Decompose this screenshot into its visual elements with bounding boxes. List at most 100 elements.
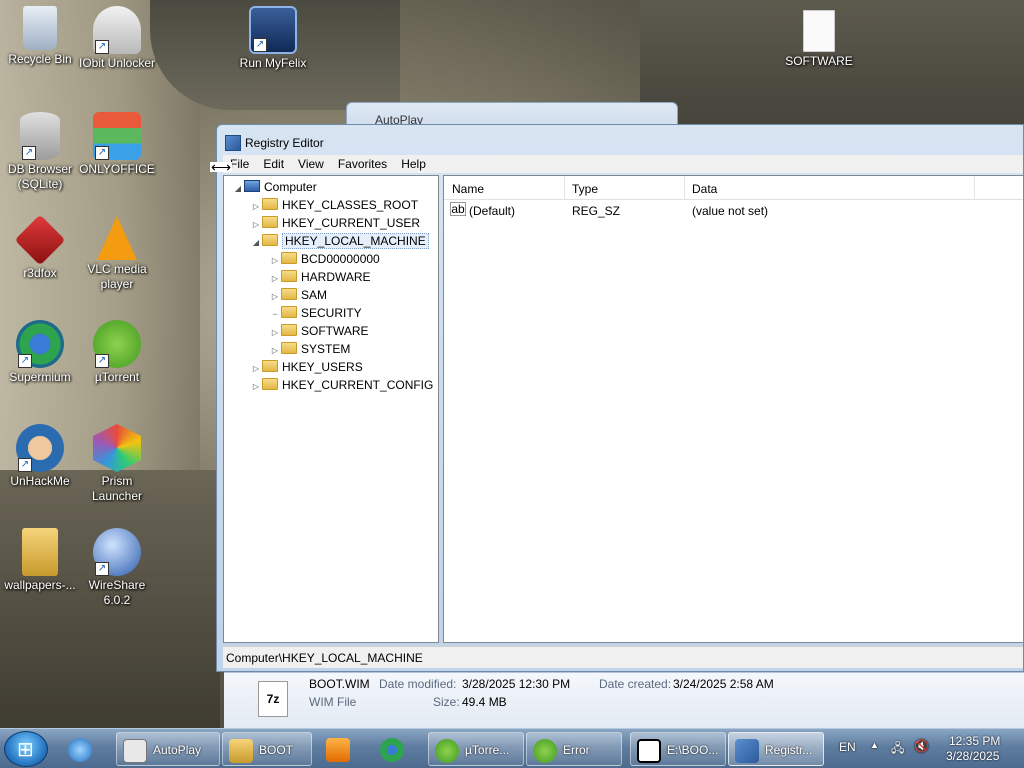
desktop-icon-utorrent[interactable]: ↗ µTorrent: [77, 320, 157, 385]
taskbar-button-label: Registr...: [765, 743, 813, 757]
taskbar-pin-media-player[interactable]: [320, 732, 366, 766]
value-row[interactable]: ab (Default) REG_SZ (value not set): [444, 202, 1023, 220]
desktop-icon-run-myfelix[interactable]: ↗ Run MyFelix: [233, 6, 313, 71]
desktop-icon-label: WireShare 6.0.2: [88, 578, 146, 607]
prism-icon: [93, 424, 141, 472]
taskbar-button-utorrent[interactable]: µTorre...: [428, 732, 524, 766]
tree-node-label: HARDWARE: [301, 270, 371, 284]
clock-time[interactable]: 12:35 PM: [949, 734, 1000, 748]
onlyoffice-icon: ↗: [93, 112, 141, 160]
desktop-icon-software[interactable]: SOFTWARE: [779, 10, 859, 69]
column-separator[interactable]: [684, 176, 685, 200]
tree-node-label: HKEY_CURRENT_CONFIG: [282, 378, 434, 392]
tree-node-system[interactable]: ▷ SYSTEM: [269, 340, 350, 358]
desktop-icon-label: wallpapers-...: [4, 578, 76, 592]
desktop-icon-recycle-bin[interactable]: Recycle Bin: [0, 6, 80, 67]
regedit-titlebar[interactable]: Registry Editor: [217, 125, 1023, 159]
folder-icon: [281, 342, 297, 354]
7zip-icon: [637, 738, 661, 763]
tree-node-hardware[interactable]: ▷ HARDWARE: [269, 268, 371, 286]
values-pane[interactable]: Name Type Data ab (Default) REG_SZ (valu…: [443, 175, 1023, 643]
desktop-icon-supermium[interactable]: ↗ Supermium: [0, 320, 80, 385]
folder-icon: [281, 288, 297, 300]
taskbar-button-error[interactable]: Error: [526, 732, 622, 766]
tree-node-hkcc[interactable]: ▷ HKEY_CURRENT_CONFIG: [250, 376, 433, 394]
language-indicator[interactable]: EN: [839, 740, 856, 754]
desktop-icon-wireshare[interactable]: ↗ WireShare 6.0.2: [77, 528, 157, 608]
registry-editor-window[interactable]: Registry Editor File Edit View Favorites…: [216, 124, 1024, 672]
taskbar-button-autoplay[interactable]: AutoPlay: [116, 732, 220, 766]
menu-help[interactable]: Help: [394, 155, 433, 173]
taskbar-button-boot-folder[interactable]: BOOT: [222, 732, 312, 766]
shortcut-arrow-icon: ↗: [253, 38, 267, 52]
unlocker-icon: ↗: [93, 6, 141, 54]
menu-view[interactable]: View: [291, 155, 331, 173]
file-icon-text: 7z: [266, 692, 280, 706]
open-folder-icon: [262, 234, 278, 246]
desktop-icon-r3dfox[interactable]: r3dfox: [0, 214, 80, 281]
tree-node-hku[interactable]: ▷ HKEY_USERS: [250, 358, 363, 376]
tree-node-hklm[interactable]: ◢ HKEY_LOCAL_MACHINE: [250, 232, 429, 250]
taskbar-pin-supermium[interactable]: [374, 732, 420, 766]
menu-favorites[interactable]: Favorites: [331, 155, 394, 173]
expand-arrow-icon[interactable]: ▷: [250, 378, 262, 396]
menu-bar: File Edit View Favorites Help: [223, 155, 1023, 173]
resize-cursor-icon: ⟷: [210, 159, 233, 175]
desktop-icon-wallpapers[interactable]: wallpapers-...: [0, 528, 80, 593]
column-data-header[interactable]: Data: [692, 182, 717, 196]
show-hidden-icons-icon[interactable]: ▲: [870, 740, 879, 750]
document-icon: [803, 10, 835, 52]
tree-node-hkcr[interactable]: ▷ HKEY_CLASSES_ROOT: [250, 196, 418, 214]
taskbar-button-label: AutoPlay: [153, 743, 202, 757]
tree-node-hkcu[interactable]: ▷ HKEY_CURRENT_USER: [250, 214, 420, 232]
desktop-icon-onlyoffice[interactable]: ↗ ONLYOFFICE: [77, 112, 157, 177]
tree-node-bcd[interactable]: ▷ BCD00000000: [269, 250, 380, 268]
taskbar-button-regedit[interactable]: Registr...: [728, 732, 824, 766]
date-modified-value: 3/28/2025 12:30 PM: [462, 677, 571, 691]
desktop-icon-vlc[interactable]: VLC media player: [77, 216, 157, 292]
utorrent-icon: [435, 738, 459, 763]
column-separator[interactable]: [564, 176, 565, 200]
desktop-icon-unhackme[interactable]: ↗ UnHackMe: [0, 424, 80, 489]
start-button[interactable]: [4, 731, 48, 767]
menu-edit[interactable]: Edit: [256, 155, 291, 173]
collapse-arrow-icon[interactable]: ◢: [232, 180, 244, 198]
internet-explorer-icon: [68, 737, 92, 762]
taskbar-button-7zip[interactable]: E:\BOO...: [630, 732, 726, 766]
column-separator[interactable]: [974, 176, 975, 200]
tree-node-security[interactable]: ┈ SECURITY: [269, 304, 362, 322]
tree-node-sam[interactable]: ▷ SAM: [269, 286, 327, 304]
window-title: Registry Editor: [245, 136, 324, 150]
column-name-header[interactable]: Name: [452, 182, 484, 196]
tree-node-software[interactable]: ▷ SOFTWARE: [269, 322, 369, 340]
desktop-icon-prism-launcher[interactable]: Prism Launcher: [77, 424, 157, 504]
value-name: (Default): [469, 204, 516, 218]
folder-icon: [281, 306, 297, 318]
volume-muted-icon[interactable]: 🔇: [914, 739, 929, 753]
shortcut-arrow-icon: ↗: [95, 40, 109, 54]
values-column-header: Name Type Data: [444, 176, 1023, 200]
taskbar-pin-ie[interactable]: [62, 732, 108, 766]
desktop-icon-iobit-unlocker[interactable]: ↗ IObit Unlocker: [77, 6, 157, 71]
value-type: REG_SZ: [572, 204, 621, 218]
desktop-icon-label: IObit Unlocker: [78, 56, 156, 70]
key-tree-pane[interactable]: ◢ Computer ▷ HKEY_CLASSES_ROOT ▷ HKEY_CURRE…: [223, 175, 439, 643]
network-icon[interactable]: 🖧: [891, 739, 904, 760]
explorer-details-pane: 7z BOOT.WIM Date modified: 3/28/2025 12:…: [224, 672, 1024, 728]
status-bar: Computer\HKEY_LOCAL_MACHINE: [223, 646, 1023, 668]
column-type-header[interactable]: Type: [572, 182, 598, 196]
taskbar: AutoPlay BOOT µTorre... Error E:\BOO... …: [0, 728, 1024, 768]
folder-icon: [262, 360, 278, 372]
desktop-icon-label: Supermium: [9, 370, 71, 384]
tree-node-computer[interactable]: ◢ Computer: [232, 178, 317, 196]
shortcut-arrow-icon: ↗: [95, 354, 109, 368]
desktop-icon-label: Run MyFelix: [239, 56, 307, 70]
desktop-icon-label: VLC media player: [87, 262, 147, 291]
tree-node-label: SYSTEM: [301, 342, 351, 356]
shortcut-arrow-icon: ↗: [95, 562, 109, 576]
clock-date[interactable]: 3/28/2025: [946, 749, 999, 763]
media-player-icon: [326, 737, 350, 762]
collapse-arrow-icon[interactable]: ◢: [250, 234, 262, 252]
desktop-icon-db-browser[interactable]: ↗ DB Browser (SQLite): [0, 112, 80, 192]
date-modified-label: Date modified:: [379, 677, 457, 691]
